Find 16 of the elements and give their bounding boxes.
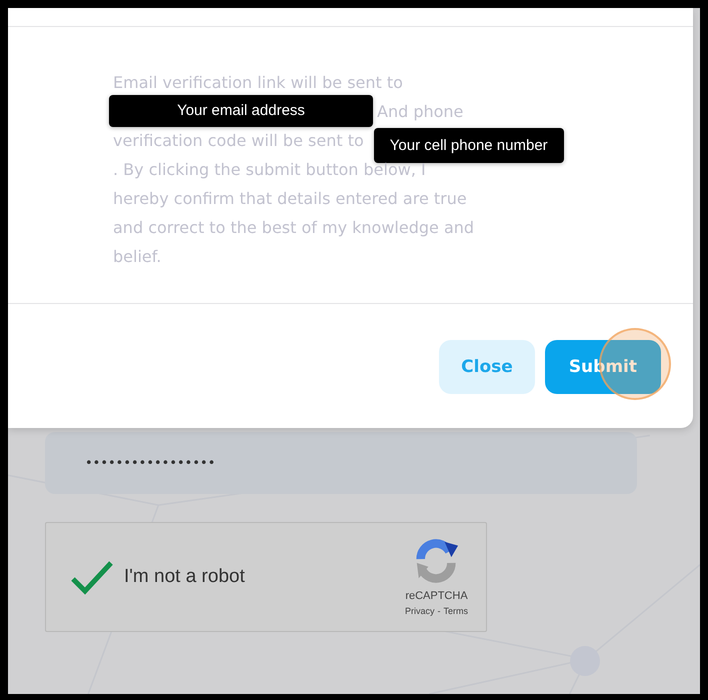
privacy-link[interactable]: Privacy bbox=[404, 606, 434, 616]
password-field[interactable]: ••••••••••••••••• bbox=[45, 432, 637, 494]
separator: - bbox=[438, 606, 440, 616]
message-text: hereby confirm that details entered are true bbox=[113, 189, 467, 208]
tooltip: Your cell phone number bbox=[374, 128, 564, 163]
terms-link[interactable]: Terms bbox=[444, 606, 468, 616]
tooltip: Your email address bbox=[109, 94, 373, 126]
message-text: verification code will be sent to bbox=[113, 131, 364, 150]
message-text: And phone bbox=[377, 102, 464, 121]
recaptcha-brand: reCAPTCHA bbox=[405, 590, 468, 602]
message-text: Email verification link will be sent to bbox=[113, 73, 403, 92]
checkbox-label: I'm not a robot bbox=[124, 566, 245, 588]
message-text: . By clicking the submit button below, I bbox=[113, 160, 426, 179]
message-text: belief. bbox=[113, 247, 162, 266]
message-text: and correct to the best of my knowledge and bbox=[113, 218, 474, 237]
checkbox[interactable] bbox=[70, 559, 114, 595]
